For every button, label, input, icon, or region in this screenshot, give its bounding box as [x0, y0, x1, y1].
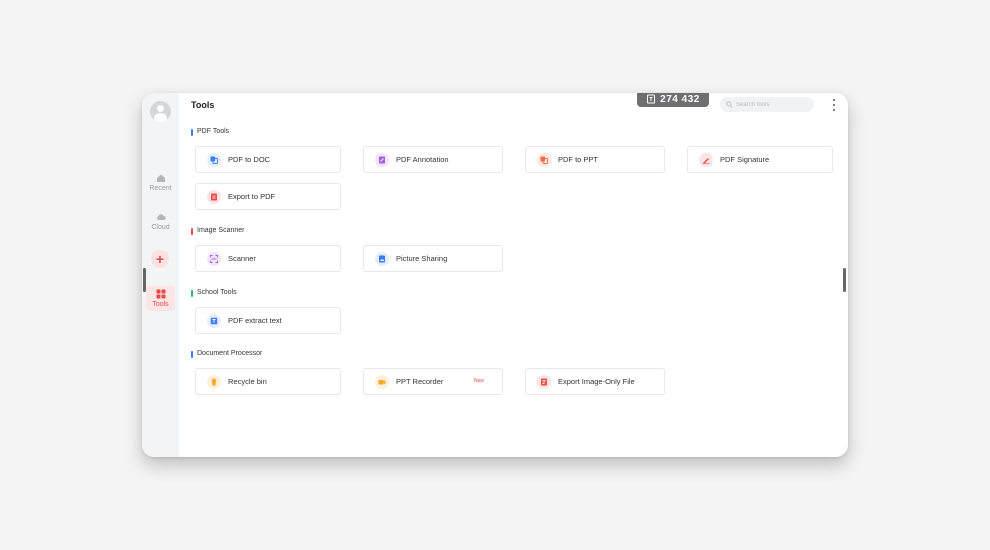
- tool-card-label: PDF Annotation: [396, 155, 449, 164]
- left-drag-handle[interactable]: [143, 268, 146, 292]
- search-box[interactable]: [720, 97, 814, 112]
- tool-card-export-to-pdf[interactable]: Export to PDF: [195, 183, 341, 210]
- pdf-annotation-icon: [375, 152, 389, 167]
- add-button[interactable]: +: [151, 250, 169, 268]
- sidebar-item-label: Recent: [149, 185, 172, 192]
- tool-card-label: Scanner: [228, 254, 256, 263]
- search-icon: [726, 101, 733, 108]
- tool-card-pdf-to-ppt[interactable]: PDF to PPT: [525, 146, 665, 173]
- tool-card-recycle-bin[interactable]: Recycle bin: [195, 368, 341, 395]
- counter-value: 274 432: [660, 93, 700, 105]
- section-title-document-processor: Document Processor: [191, 350, 262, 358]
- grid-icon: [156, 289, 165, 299]
- sidebar-item-cloud[interactable]: Cloud: [142, 212, 179, 231]
- page-icon: [647, 94, 656, 104]
- pdf-to-ppt-icon: [537, 152, 551, 167]
- app-window: Recent Cloud + Tools Tools 274 432 Searc…: [142, 93, 848, 457]
- tool-card-pdf-extract-text[interactable]: PDF extract text: [195, 307, 341, 334]
- recycle-bin-icon: [207, 374, 221, 389]
- tool-card-ppt-recorder[interactable]: PPT Recorder New: [363, 368, 503, 395]
- tool-card-pdf-to-doc[interactable]: PDF to DOC: [195, 146, 341, 173]
- pdf-to-doc-icon: [207, 152, 221, 167]
- picture-sharing-icon: [375, 251, 389, 266]
- sidebar-item-recent[interactable]: Recent: [142, 173, 179, 192]
- section-title-pdf-tools: PDF Tools: [191, 128, 229, 136]
- sidebar: Recent Cloud + Tools: [142, 93, 179, 457]
- section-title-school-tools: School Tools: [191, 289, 237, 297]
- new-badge: New: [473, 378, 484, 384]
- sidebar-item-label: Cloud: [151, 224, 170, 231]
- pdf-signature-icon: [699, 152, 713, 167]
- ppt-recorder-icon: [375, 374, 389, 389]
- tool-card-label: Recycle bin: [228, 377, 267, 386]
- tool-card-scanner[interactable]: Scanner: [195, 245, 341, 272]
- counter-badge: 274 432: [637, 93, 709, 107]
- section-title-image-scanner: Image Scanner: [191, 227, 244, 235]
- pdf-extract-text-icon: [207, 313, 221, 328]
- sidebar-item-tools[interactable]: Tools: [146, 286, 175, 311]
- avatar[interactable]: [150, 101, 171, 122]
- tool-card-label: PDF extract text: [228, 316, 282, 325]
- right-drag-handle[interactable]: [843, 268, 846, 292]
- home-icon: [156, 174, 165, 182]
- tool-card-label: Picture Sharing: [396, 254, 448, 263]
- tool-card-label: Export to PDF: [228, 192, 276, 201]
- export-image-only-file-icon: [537, 374, 551, 389]
- cloud-icon: [156, 214, 166, 220]
- tool-card-label: PPT Recorder: [396, 377, 444, 386]
- tool-card-export-image-only-file[interactable]: Export Image-Only File: [525, 368, 665, 395]
- sidebar-item-label: Tools: [152, 301, 169, 308]
- scanner-icon: [207, 251, 221, 266]
- tool-card-label: Export Image-Only File: [558, 377, 635, 386]
- tool-card-label: PDF Signature: [720, 155, 770, 164]
- export-to-pdf-icon: [207, 189, 221, 204]
- tool-card-label: PDF to DOC: [228, 155, 271, 164]
- page-title: Tools: [191, 100, 215, 110]
- main-content: Tools 274 432 PDF Tools PDF to DOC: [179, 93, 848, 457]
- tool-card-pdf-annotation[interactable]: PDF Annotation: [363, 146, 503, 173]
- tool-card-picture-sharing[interactable]: Picture Sharing: [363, 245, 503, 272]
- more-options-icon[interactable]: [831, 99, 837, 111]
- tool-card-label: PDF to PPT: [558, 155, 599, 164]
- search-input[interactable]: [736, 101, 806, 108]
- tool-card-pdf-signature[interactable]: PDF Signature: [687, 146, 833, 173]
